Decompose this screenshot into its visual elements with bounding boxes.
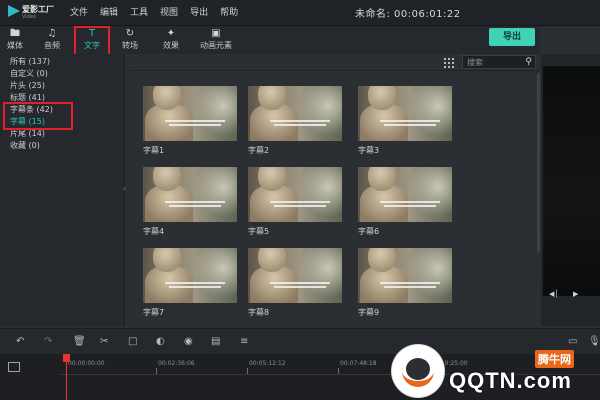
subtitle-category-highlight: [3, 102, 73, 130]
crop-icon[interactable]: □: [128, 337, 137, 347]
subtitle-tile-thumbnail[interactable]: [143, 86, 237, 141]
menu-export[interactable]: 导出: [190, 5, 208, 18]
app-name-sub: Video: [22, 14, 37, 20]
text-tab-highlight: [74, 26, 110, 56]
search-box: ⚲: [462, 55, 536, 69]
menu-tools[interactable]: 工具: [130, 5, 148, 18]
category-sidebar: 所有 (137) 自定义 (0) 片头 (25) 标题 (41) 字幕条 (42…: [0, 54, 125, 326]
subtitle-tile-label: 字幕5: [248, 227, 270, 236]
asset-scrollbar[interactable]: [537, 73, 540, 253]
folder-icon: 🖿: [10, 28, 20, 39]
microphone-icon[interactable]: 🎙: [588, 337, 600, 347]
preview-screen: [543, 66, 600, 296]
delete-icon[interactable]: 🗑: [73, 337, 86, 347]
tab-audio-label: 音频: [44, 41, 60, 50]
tab-elements-label: 动画元素: [200, 41, 232, 50]
menu-help[interactable]: 帮助: [220, 5, 238, 18]
subtitle-tile-label: 字幕1: [143, 146, 165, 155]
timecode-0: 00:00:00:00: [68, 360, 105, 367]
timecode-2: 00:05:12:12: [249, 360, 286, 367]
tab-transition-label: 转场: [122, 41, 138, 50]
search-icon[interactable]: ⚲: [525, 57, 532, 67]
tab-elements[interactable]: ▣ 动画元素: [196, 28, 236, 52]
subtitle-tile-thumbnail[interactable]: [248, 86, 342, 141]
audio-adjust-icon[interactable]: ≡: [240, 337, 248, 347]
subtitle-tile-label: 字幕9: [358, 308, 380, 317]
app-logo: 爱影工厂 Video: [8, 4, 54, 21]
menu-file[interactable]: 文件: [70, 5, 88, 18]
divider: [130, 70, 540, 71]
sidebar-item-all[interactable]: 所有 (137): [10, 56, 50, 67]
subtitle-tile-label: 字幕8: [248, 308, 270, 317]
subtitle-tile-thumbnail[interactable]: [358, 248, 452, 303]
watermark-brand: QQTN.com: [449, 368, 572, 393]
subtitle-tile-label: 字幕4: [143, 227, 165, 236]
subtitle-tile-thumbnail[interactable]: [143, 167, 237, 222]
subtitle-tile-thumbnail[interactable]: [143, 248, 237, 303]
sidebar-item-favorites[interactable]: 收藏 (0): [10, 140, 40, 151]
subtitle-tile-label: 字幕2: [248, 146, 270, 155]
step-back-icon[interactable]: ◀│: [549, 290, 559, 298]
subtitle-tile-label: 字幕6: [358, 227, 380, 236]
subtitle-tile-thumbnail[interactable]: [358, 167, 452, 222]
subtitle-tile-label: 字幕3: [358, 146, 380, 155]
color-icon[interactable]: ◉: [184, 337, 193, 347]
menu-bar: 文件 编辑 工具 视图 导出 帮助: [70, 5, 238, 18]
redo-icon[interactable]: ↷: [44, 337, 52, 347]
sidebar-item-custom[interactable]: 自定义 (0): [10, 68, 48, 79]
title-bar: 爱影工厂 Video 文件 编辑 工具 视图 导出 帮助 未命名: 00:06:…: [0, 0, 600, 26]
undo-icon[interactable]: ↶: [16, 337, 24, 347]
grid-view-icon[interactable]: [444, 58, 454, 68]
transition-icon: ↻: [125, 28, 135, 39]
tab-media[interactable]: 🖿 媒体: [4, 28, 26, 52]
tab-media-label: 媒体: [7, 41, 23, 50]
watermark-cn: 腾牛网: [535, 350, 574, 368]
playhead[interactable]: [63, 354, 70, 400]
preview-panel: ◀│ ▶: [541, 54, 600, 326]
subtitle-tile-thumbnail[interactable]: [248, 167, 342, 222]
add-track-icon[interactable]: [8, 362, 20, 372]
cut-icon[interactable]: ✂: [100, 337, 108, 347]
timeline-toolbar: ↶ ↷ 🗑 ✂ □ ◐ ◉ ▤ ≡ ▭ 🎙: [0, 328, 600, 355]
shield-icon[interactable]: ▭: [568, 337, 577, 347]
export-button[interactable]: 导出: [489, 28, 535, 46]
music-note-icon: ♫: [47, 28, 57, 39]
project-title: 未命名: 00:06:01:22: [355, 9, 461, 20]
play-logo-icon: [8, 5, 20, 17]
tab-audio[interactable]: ♫ 音频: [40, 28, 64, 52]
sidebar-item-opening[interactable]: 片头 (25): [10, 80, 45, 91]
effects-icon: ✦: [166, 28, 176, 39]
image-element-icon: ▣: [211, 28, 221, 39]
menu-view[interactable]: 视图: [160, 5, 178, 18]
timecode-1: 00:02:36:06: [158, 360, 195, 367]
watermark-logo: [392, 345, 444, 397]
collapse-handle-icon[interactable]: ‹: [123, 185, 126, 193]
play-icon[interactable]: ▶: [573, 290, 578, 298]
tab-effects[interactable]: ✦ 效果: [158, 28, 184, 52]
split-screen-icon[interactable]: ▤: [211, 337, 220, 347]
tab-effects-label: 效果: [163, 41, 179, 50]
menu-edit[interactable]: 编辑: [100, 5, 118, 18]
speed-icon[interactable]: ◐: [156, 337, 165, 347]
subtitle-tile-thumbnail[interactable]: [248, 248, 342, 303]
subtitle-tile-thumbnail[interactable]: [358, 86, 452, 141]
tab-transition[interactable]: ↻ 转场: [118, 28, 142, 52]
search-input[interactable]: [467, 57, 521, 67]
timecode-3: 00:07:48:18: [340, 360, 377, 367]
subtitle-tile-label: 字幕7: [143, 308, 165, 317]
